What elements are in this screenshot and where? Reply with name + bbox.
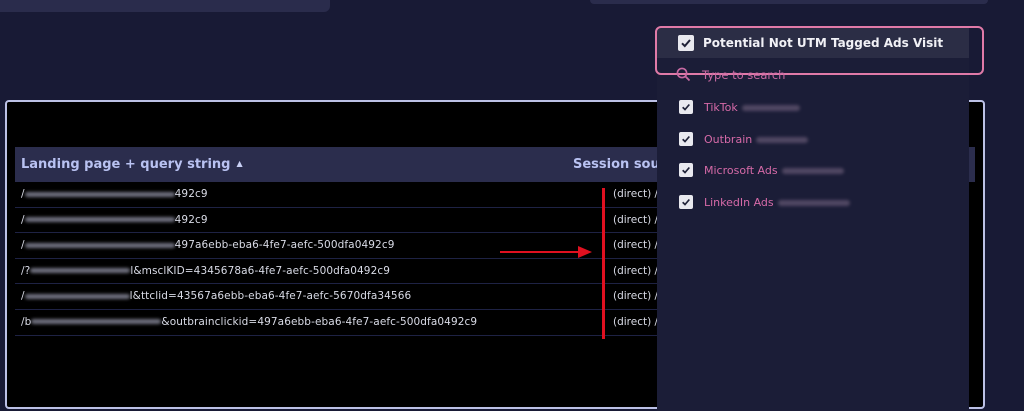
- cell-landing-page: /492c9: [21, 213, 208, 226]
- dropdown-option-linkedin-ads[interactable]: LinkedIn Ads: [679, 195, 850, 209]
- check-icon[interactable]: [679, 195, 693, 209]
- red-annotation-line: [602, 188, 605, 339]
- table-row: /492c9 (direct) /: [15, 182, 665, 208]
- red-arrow-icon: [500, 246, 592, 258]
- cell-landing-page: /b &outbrainclickid=497a6ebb-eba6-4fe7-ae…: [21, 315, 478, 328]
- cell-session-source: (direct) /: [613, 315, 659, 328]
- cell-landing-page: /497a6ebb-eba6-4fe7-aefc-500dfa0492c9: [21, 239, 395, 252]
- dropdown-search[interactable]: Type to search: [676, 67, 785, 82]
- cell-landing-page: /492c9: [21, 188, 208, 200]
- dropdown-option-label: Outbrain: [704, 133, 809, 146]
- search-icon: [676, 67, 691, 82]
- search-input[interactable]: Type to search: [702, 68, 785, 82]
- cell-landing-page: /? l&msclKID=4345678a6-4fe7-aefc-500dfa04…: [21, 264, 391, 277]
- table-row: /b &outbrainclickid=497a6ebb-eba6-4fe7-ae…: [15, 310, 665, 336]
- dropdown-option-outbrain[interactable]: Outbrain: [679, 132, 809, 146]
- cell-session-source: (direct) /: [613, 213, 659, 226]
- dropdown-option-tiktok[interactable]: TikTok: [679, 100, 800, 114]
- cell-landing-page: / l&ttclid=43567a6ebb-eba6-4fe7-aefc-5670…: [21, 290, 412, 303]
- top-card-left: [0, 0, 330, 12]
- cell-session-source: (direct) /: [613, 290, 659, 303]
- check-icon[interactable]: [679, 132, 693, 146]
- column-header-landing-page[interactable]: Landing page + query string ▲: [21, 157, 243, 172]
- table-row: /? l&msclKID=4345678a6-4fe7-aefc-500dfa04…: [15, 259, 665, 285]
- cell-session-source: (direct) /: [613, 188, 659, 200]
- dropdown-option-label: TikTok: [704, 101, 800, 114]
- dropdown-option-label: LinkedIn Ads: [704, 196, 850, 209]
- filter-dropdown: [657, 28, 969, 411]
- top-card-right: [590, 0, 988, 4]
- table-row: /492c9 (direct) /: [15, 208, 665, 234]
- table-row: / l&ttclid=43567a6ebb-eba6-4fe7-aefc-5670…: [15, 284, 665, 310]
- cell-session-source: (direct) /: [613, 239, 659, 252]
- cell-session-source: (direct) /: [613, 264, 659, 277]
- dropdown-option-microsoft-ads[interactable]: Microsoft Ads: [679, 163, 844, 177]
- check-icon[interactable]: [679, 100, 693, 114]
- sort-asc-icon[interactable]: ▲: [236, 159, 242, 168]
- check-icon[interactable]: [679, 163, 693, 177]
- column-header-landing-label: Landing page + query string: [21, 157, 231, 172]
- dropdown-option-label: Microsoft Ads: [704, 164, 844, 177]
